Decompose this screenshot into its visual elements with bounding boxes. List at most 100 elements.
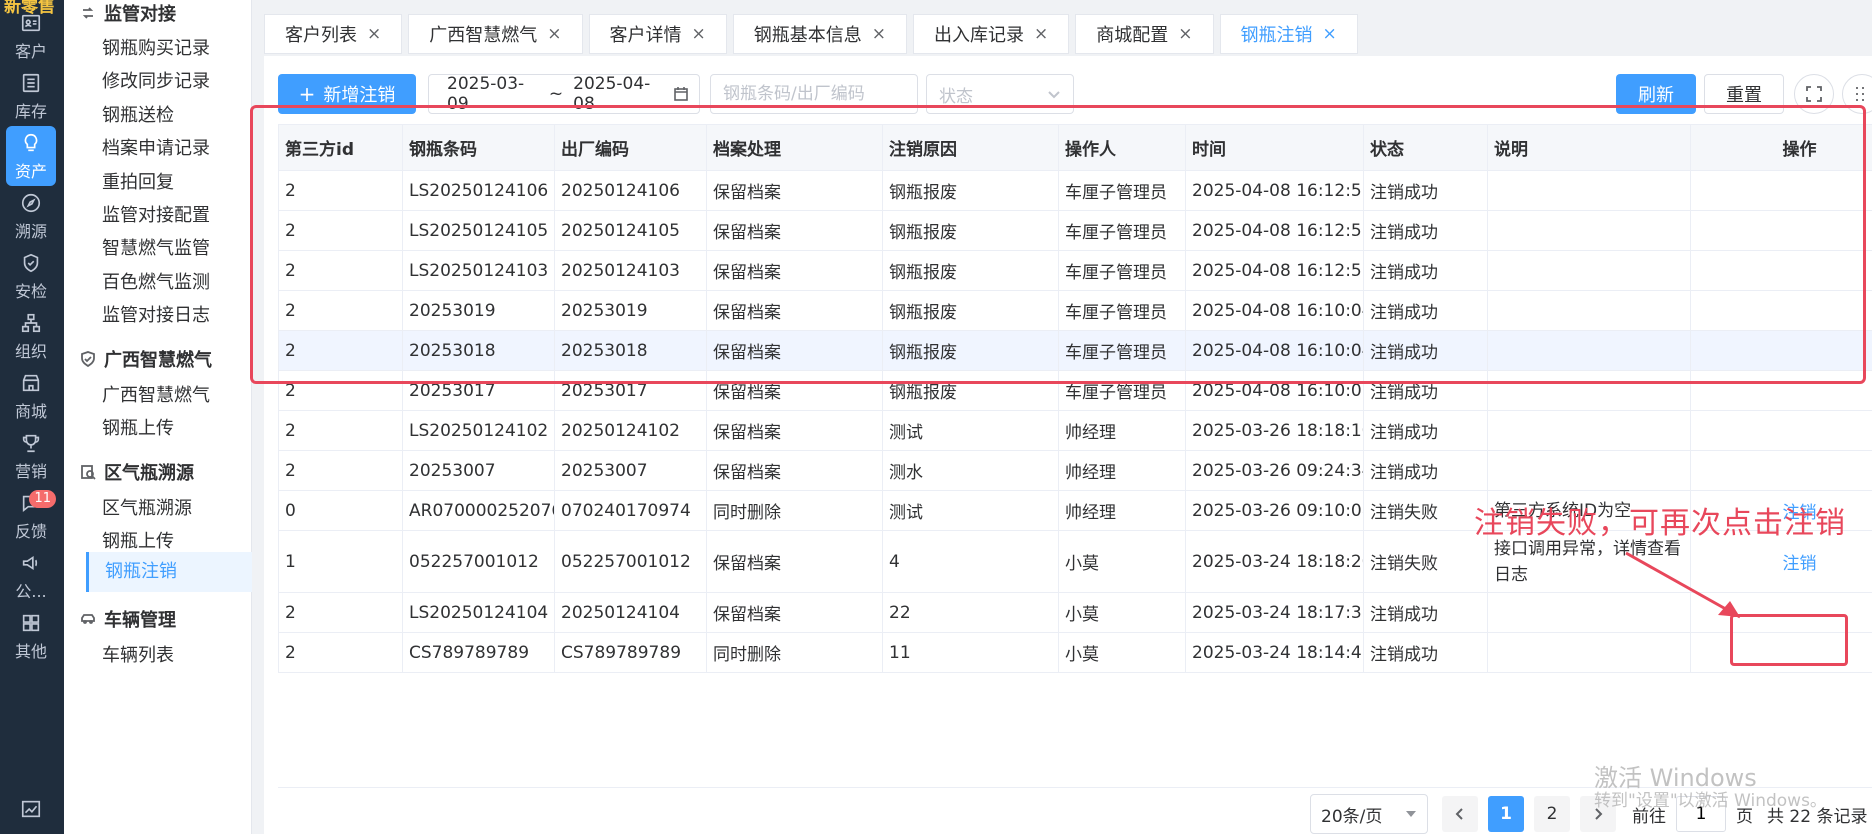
rail-item-trace[interactable]: 溯源: [6, 186, 56, 246]
close-icon[interactable]: ×: [1323, 24, 1337, 44]
menu-item-guangxi-smart-gas[interactable]: 广西智慧燃气: [102, 381, 210, 407]
status-select[interactable]: 状态: [926, 74, 1074, 114]
tab-stock-records[interactable]: 出入库记录 ×: [913, 14, 1070, 54]
close-icon[interactable]: ×: [872, 24, 886, 44]
rail-item-chart[interactable]: [6, 790, 56, 830]
tab-store-config[interactable]: 商城配置 ×: [1075, 14, 1214, 54]
menu-group-district-trace[interactable]: 区气瓶溯源: [80, 459, 194, 485]
col-header-archive-handling[interactable]: 档案处理: [706, 124, 883, 171]
cell-operator: 车厘子管理员: [1058, 210, 1186, 251]
col-header-factory-code[interactable]: 出厂编码: [554, 124, 707, 171]
cell-time: 2025-03-24 18:17:33: [1185, 592, 1364, 633]
fullscreen-button[interactable]: [1794, 74, 1834, 114]
inventory-icon: [19, 71, 43, 95]
table-row: 2 LS20250124104 20250124104 保留档案 22 小莫 2025-03…: [278, 592, 1872, 633]
reset-button[interactable]: 重置: [1704, 74, 1784, 114]
rail-item-organization[interactable]: 组织: [6, 306, 56, 366]
menu-item-inspection-send[interactable]: 钢瓶送检: [102, 101, 174, 127]
cell-status: 注销成功: [1363, 450, 1488, 491]
rail-item-store[interactable]: 商城: [6, 366, 56, 426]
close-icon[interactable]: ×: [367, 24, 381, 44]
tab-guangxi-smart-gas[interactable]: 广西智慧燃气 ×: [408, 14, 583, 54]
contact-card-icon: [19, 11, 43, 35]
rail-item-assets[interactable]: 资产: [6, 126, 56, 186]
column-settings-button[interactable]: [1842, 74, 1872, 114]
barcode-search-input[interactable]: [710, 74, 918, 114]
menu-item-regulation-log[interactable]: 监管对接日志: [102, 301, 210, 327]
menu-group-vehicles[interactable]: 车辆管理: [80, 606, 176, 632]
cell-actions: [1690, 210, 1872, 251]
page-button-2[interactable]: 2: [1534, 796, 1570, 832]
col-header-actions[interactable]: 操作: [1690, 124, 1872, 171]
add-cancellation-button[interactable]: + 新增注销: [278, 74, 416, 114]
menu-item-purchase-records[interactable]: 钢瓶购买记录: [102, 34, 210, 60]
cancel-retry-link[interactable]: 注销: [1783, 554, 1817, 574]
cell-actions: [1690, 370, 1872, 411]
col-header-operator[interactable]: 操作人: [1058, 124, 1186, 171]
menu-group-guangxi[interactable]: 广西智慧燃气: [80, 346, 212, 372]
col-header-status[interactable]: 状态: [1363, 124, 1488, 171]
annotation-callout-text: 注销失败，可再次点击注销: [1474, 506, 1846, 541]
cell-third-party-id: 2: [278, 290, 403, 331]
tab-customer-detail[interactable]: 客户详情 ×: [588, 14, 727, 54]
fullscreen-icon: [1806, 86, 1822, 102]
line-chart-icon: [19, 797, 43, 821]
col-header-third-party-id[interactable]: 第三方id: [278, 124, 403, 171]
table-row: 2 20253007 20253007 保留档案 测水 帅经理 2025-03-26 09:…: [278, 450, 1872, 491]
menu-item-cylinder-cancel[interactable]: 钢瓶注销: [86, 552, 252, 592]
rail-item-announce[interactable]: 公...: [6, 546, 56, 606]
cell-third-party-id: 2: [278, 410, 403, 451]
cell-reason: 11: [882, 632, 1059, 673]
cell-status: 注销成功: [1363, 290, 1488, 331]
table-row: 2 LS20250124105 20250124105 保留档案 钢瓶报废 车厘子管理员 2…: [278, 210, 1872, 251]
tab-cylinder-cancel[interactable]: 钢瓶注销 ×: [1219, 14, 1358, 54]
icon-rail: 新零售 客户 库存 资产 溯源 安检 组织 商城 营销 反馈 11 公... 其…: [0, 0, 64, 834]
rail-item-customer[interactable]: 客户: [6, 6, 56, 66]
rail-item-other[interactable]: 其他: [6, 606, 56, 666]
prev-page-button[interactable]: [1442, 796, 1478, 832]
cell-third-party-id: 2: [278, 250, 403, 291]
page-size-select[interactable]: 20条/页: [1310, 794, 1428, 834]
menu-item-cylinder-upload[interactable]: 钢瓶上传: [102, 414, 174, 440]
menu-group-regulation[interactable]: 监管对接: [80, 0, 176, 26]
cell-status: 注销成功: [1363, 170, 1488, 211]
page-button-1[interactable]: 1: [1488, 796, 1524, 832]
close-icon[interactable]: ×: [1178, 24, 1192, 44]
menu-item-baise-gas-monitor[interactable]: 百色燃气监测: [102, 268, 210, 294]
close-icon[interactable]: ×: [692, 24, 706, 44]
cell-third-party-id: 2: [278, 330, 403, 371]
rail-item-inspection[interactable]: 安检: [6, 246, 56, 306]
refresh-button[interactable]: 刷新: [1616, 74, 1696, 114]
col-header-description[interactable]: 说明: [1487, 124, 1691, 171]
menu-item-vehicle-list[interactable]: 车辆列表: [102, 641, 174, 667]
col-header-barcode[interactable]: 钢瓶条码: [402, 124, 555, 171]
menu-item-rephoto-reply[interactable]: 重拍回复: [102, 168, 174, 194]
tab-customer-list[interactable]: 客户列表 ×: [264, 14, 403, 54]
menu-item-regulation-config[interactable]: 监管对接配置: [102, 201, 210, 227]
cell-operator: 车厘子管理员: [1058, 170, 1186, 211]
menu-item-district-trace[interactable]: 区气瓶溯源: [102, 494, 192, 520]
cell-archive-handling: 保留档案: [706, 290, 883, 331]
rail-item-inventory[interactable]: 库存: [6, 66, 56, 126]
col-header-time[interactable]: 时间: [1185, 124, 1364, 171]
col-header-reason[interactable]: 注销原因: [882, 124, 1059, 171]
cell-factory-code: 052257001012: [554, 530, 707, 593]
table-header-row: 第三方id 钢瓶条码 出厂编码 档案处理 注销原因 操作人 时间 状态 说明 操…: [278, 124, 1872, 171]
menu-item-cylinder-upload-2[interactable]: 钢瓶上传: [102, 527, 174, 553]
close-icon[interactable]: ×: [1034, 24, 1048, 44]
table-row: 2 LS20250124103 20250124103 保留档案 钢瓶报废 车厘子管理员 2…: [278, 250, 1872, 291]
rail-item-marketing[interactable]: 营销: [6, 426, 56, 486]
menu-item-sync-records[interactable]: 修改同步记录: [102, 67, 210, 93]
cell-operator: 帅经理: [1058, 490, 1186, 531]
date-range-picker[interactable]: 2025-03-09 ~ 2025-04-08: [428, 74, 700, 114]
menu-item-smart-gas-supervision[interactable]: 智慧燃气监管: [102, 234, 210, 260]
close-icon[interactable]: ×: [547, 24, 561, 44]
cell-operator: 车厘子管理员: [1058, 370, 1186, 411]
cell-third-party-id: 2: [278, 450, 403, 491]
rail-item-feedback[interactable]: 反馈 11: [6, 486, 56, 546]
menu-item-archive-requests[interactable]: 档案申请记录: [102, 134, 210, 160]
cell-description: [1487, 450, 1691, 491]
cell-factory-code: 20253019: [554, 290, 707, 331]
car-icon: [80, 611, 96, 627]
tab-cylinder-info[interactable]: 钢瓶基本信息 ×: [732, 14, 907, 54]
